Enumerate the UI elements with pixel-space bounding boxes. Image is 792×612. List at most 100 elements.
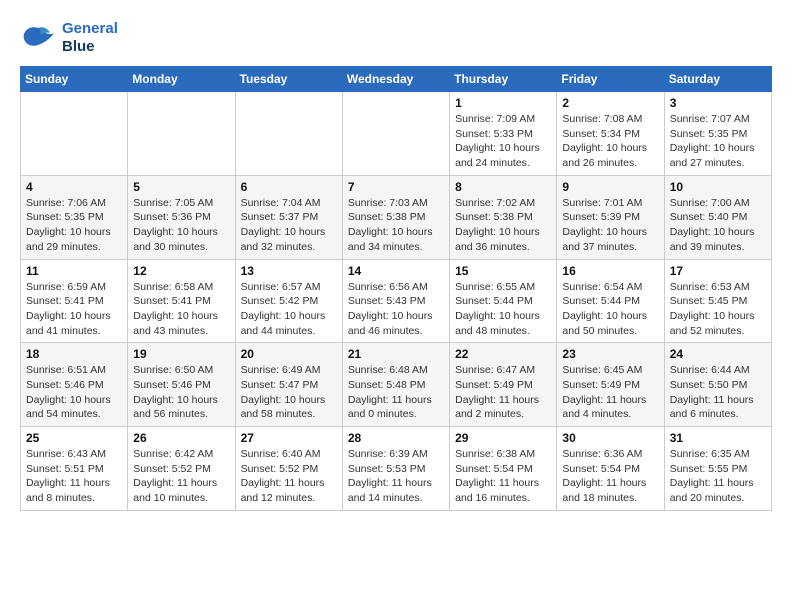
day-info: Sunrise: 6:44 AM Sunset: 5:50 PM Dayligh…: [670, 363, 766, 422]
calendar-cell: 20 Sunrise: 6:49 AM Sunset: 5:47 PM Dayli…: [235, 343, 342, 427]
day-info: Sunrise: 6:53 AM Sunset: 5:45 PM Dayligh…: [670, 280, 766, 339]
day-info: Sunrise: 6:43 AM Sunset: 5:51 PM Dayligh…: [26, 447, 122, 506]
calendar-cell: 8 Sunrise: 7:02 AM Sunset: 5:38 PM Daylig…: [450, 175, 557, 259]
day-number: 25: [26, 431, 122, 445]
weekday-header-sunday: Sunday: [21, 67, 128, 92]
day-number: 20: [241, 347, 337, 361]
logo: General Blue: [20, 20, 118, 56]
day-number: 11: [26, 264, 122, 278]
day-number: 2: [562, 96, 658, 110]
day-info: Sunrise: 6:35 AM Sunset: 5:55 PM Dayligh…: [670, 447, 766, 506]
day-info: Sunrise: 6:57 AM Sunset: 5:42 PM Dayligh…: [241, 280, 337, 339]
day-number: 26: [133, 431, 229, 445]
calendar-cell: 22 Sunrise: 6:47 AM Sunset: 5:49 PM Dayli…: [450, 343, 557, 427]
weekday-header-wednesday: Wednesday: [342, 67, 449, 92]
calendar-week-row: 18 Sunrise: 6:51 AM Sunset: 5:46 PM Dayli…: [21, 343, 772, 427]
calendar-cell: 28 Sunrise: 6:39 AM Sunset: 5:53 PM Dayli…: [342, 427, 449, 511]
logo-text: General Blue: [62, 20, 118, 56]
weekday-header-thursday: Thursday: [450, 67, 557, 92]
calendar-cell: 3 Sunrise: 7:07 AM Sunset: 5:35 PM Daylig…: [664, 92, 771, 176]
day-info: Sunrise: 6:36 AM Sunset: 5:54 PM Dayligh…: [562, 447, 658, 506]
day-info: Sunrise: 7:09 AM Sunset: 5:33 PM Dayligh…: [455, 112, 551, 171]
day-number: 12: [133, 264, 229, 278]
day-info: Sunrise: 7:03 AM Sunset: 5:38 PM Dayligh…: [348, 196, 444, 255]
calendar-cell: 11Sunrise: 6:59 AM Sunset: 5:41 PM Dayli…: [21, 259, 128, 343]
day-info: Sunrise: 6:38 AM Sunset: 5:54 PM Dayligh…: [455, 447, 551, 506]
day-number: 28: [348, 431, 444, 445]
calendar-cell: 14 Sunrise: 6:56 AM Sunset: 5:43 PM Dayli…: [342, 259, 449, 343]
day-info: Sunrise: 6:48 AM Sunset: 5:48 PM Dayligh…: [348, 363, 444, 422]
calendar-cell: 27Sunrise: 6:40 AM Sunset: 5:52 PM Dayli…: [235, 427, 342, 511]
day-number: 6: [241, 180, 337, 194]
day-info: Sunrise: 7:01 AM Sunset: 5:39 PM Dayligh…: [562, 196, 658, 255]
day-number: 3: [670, 96, 766, 110]
weekday-header-monday: Monday: [128, 67, 235, 92]
day-number: 22: [455, 347, 551, 361]
day-info: Sunrise: 6:50 AM Sunset: 5:46 PM Dayligh…: [133, 363, 229, 422]
calendar-cell: 12 Sunrise: 6:58 AM Sunset: 5:41 PM Dayli…: [128, 259, 235, 343]
calendar-cell: 7 Sunrise: 7:03 AM Sunset: 5:38 PM Daylig…: [342, 175, 449, 259]
day-number: 8: [455, 180, 551, 194]
day-number: 29: [455, 431, 551, 445]
day-number: 5: [133, 180, 229, 194]
calendar-week-row: 4 Sunrise: 7:06 AM Sunset: 5:35 PM Daylig…: [21, 175, 772, 259]
day-number: 27: [241, 431, 337, 445]
day-number: 19: [133, 347, 229, 361]
day-info: Sunrise: 6:58 AM Sunset: 5:41 PM Dayligh…: [133, 280, 229, 339]
day-number: 24: [670, 347, 766, 361]
day-number: 9: [562, 180, 658, 194]
day-info: Sunrise: 7:07 AM Sunset: 5:35 PM Dayligh…: [670, 112, 766, 171]
day-info: Sunrise: 6:39 AM Sunset: 5:53 PM Dayligh…: [348, 447, 444, 506]
calendar-table: SundayMondayTuesdayWednesdayThursdayFrid…: [20, 66, 772, 511]
calendar-cell: 17 Sunrise: 6:53 AM Sunset: 5:45 PM Dayli…: [664, 259, 771, 343]
day-info: Sunrise: 6:45 AM Sunset: 5:49 PM Dayligh…: [562, 363, 658, 422]
day-info: Sunrise: 7:06 AM Sunset: 5:35 PM Dayligh…: [26, 196, 122, 255]
day-number: 17: [670, 264, 766, 278]
calendar-cell: 13Sunrise: 6:57 AM Sunset: 5:42 PM Dayli…: [235, 259, 342, 343]
day-number: 1: [455, 96, 551, 110]
day-number: 4: [26, 180, 122, 194]
calendar-cell: 1 Sunrise: 7:09 AM Sunset: 5:33 PM Daylig…: [450, 92, 557, 176]
page-header: General Blue: [20, 20, 772, 56]
day-number: 15: [455, 264, 551, 278]
day-number: 7: [348, 180, 444, 194]
calendar-cell: 5Sunrise: 7:05 AM Sunset: 5:36 PM Daylig…: [128, 175, 235, 259]
calendar-cell: [342, 92, 449, 176]
day-info: Sunrise: 6:47 AM Sunset: 5:49 PM Dayligh…: [455, 363, 551, 422]
weekday-header-friday: Friday: [557, 67, 664, 92]
day-number: 16: [562, 264, 658, 278]
weekday-header-row: SundayMondayTuesdayWednesdayThursdayFrid…: [21, 67, 772, 92]
calendar-cell: [21, 92, 128, 176]
calendar-week-row: 25 Sunrise: 6:43 AM Sunset: 5:51 PM Dayli…: [21, 427, 772, 511]
weekday-header-saturday: Saturday: [664, 67, 771, 92]
calendar-cell: 2 Sunrise: 7:08 AM Sunset: 5:34 PM Daylig…: [557, 92, 664, 176]
calendar-cell: 16 Sunrise: 6:54 AM Sunset: 5:44 PM Dayli…: [557, 259, 664, 343]
day-info: Sunrise: 6:54 AM Sunset: 5:44 PM Dayligh…: [562, 280, 658, 339]
calendar-cell: 10Sunrise: 7:00 AM Sunset: 5:40 PM Dayli…: [664, 175, 771, 259]
calendar-cell: 6 Sunrise: 7:04 AM Sunset: 5:37 PM Daylig…: [235, 175, 342, 259]
day-number: 18: [26, 347, 122, 361]
calendar-cell: 9 Sunrise: 7:01 AM Sunset: 5:39 PM Daylig…: [557, 175, 664, 259]
calendar-cell: [235, 92, 342, 176]
calendar-cell: 21 Sunrise: 6:48 AM Sunset: 5:48 PM Dayli…: [342, 343, 449, 427]
calendar-cell: 26Sunrise: 6:42 AM Sunset: 5:52 PM Dayli…: [128, 427, 235, 511]
day-info: Sunrise: 7:02 AM Sunset: 5:38 PM Dayligh…: [455, 196, 551, 255]
calendar-week-row: 1 Sunrise: 7:09 AM Sunset: 5:33 PM Daylig…: [21, 92, 772, 176]
day-info: Sunrise: 7:08 AM Sunset: 5:34 PM Dayligh…: [562, 112, 658, 171]
logo-icon: [20, 23, 56, 53]
calendar-cell: 23Sunrise: 6:45 AM Sunset: 5:49 PM Dayli…: [557, 343, 664, 427]
calendar-cell: 30 Sunrise: 6:36 AM Sunset: 5:54 PM Dayli…: [557, 427, 664, 511]
calendar-cell: 19 Sunrise: 6:50 AM Sunset: 5:46 PM Dayli…: [128, 343, 235, 427]
calendar-cell: 15Sunrise: 6:55 AM Sunset: 5:44 PM Dayli…: [450, 259, 557, 343]
day-number: 30: [562, 431, 658, 445]
calendar-week-row: 11Sunrise: 6:59 AM Sunset: 5:41 PM Dayli…: [21, 259, 772, 343]
day-number: 31: [670, 431, 766, 445]
day-info: Sunrise: 6:56 AM Sunset: 5:43 PM Dayligh…: [348, 280, 444, 339]
weekday-header-tuesday: Tuesday: [235, 67, 342, 92]
day-number: 14: [348, 264, 444, 278]
day-number: 21: [348, 347, 444, 361]
day-info: Sunrise: 6:51 AM Sunset: 5:46 PM Dayligh…: [26, 363, 122, 422]
day-info: Sunrise: 6:49 AM Sunset: 5:47 PM Dayligh…: [241, 363, 337, 422]
calendar-cell: 29 Sunrise: 6:38 AM Sunset: 5:54 PM Dayli…: [450, 427, 557, 511]
day-info: Sunrise: 7:04 AM Sunset: 5:37 PM Dayligh…: [241, 196, 337, 255]
